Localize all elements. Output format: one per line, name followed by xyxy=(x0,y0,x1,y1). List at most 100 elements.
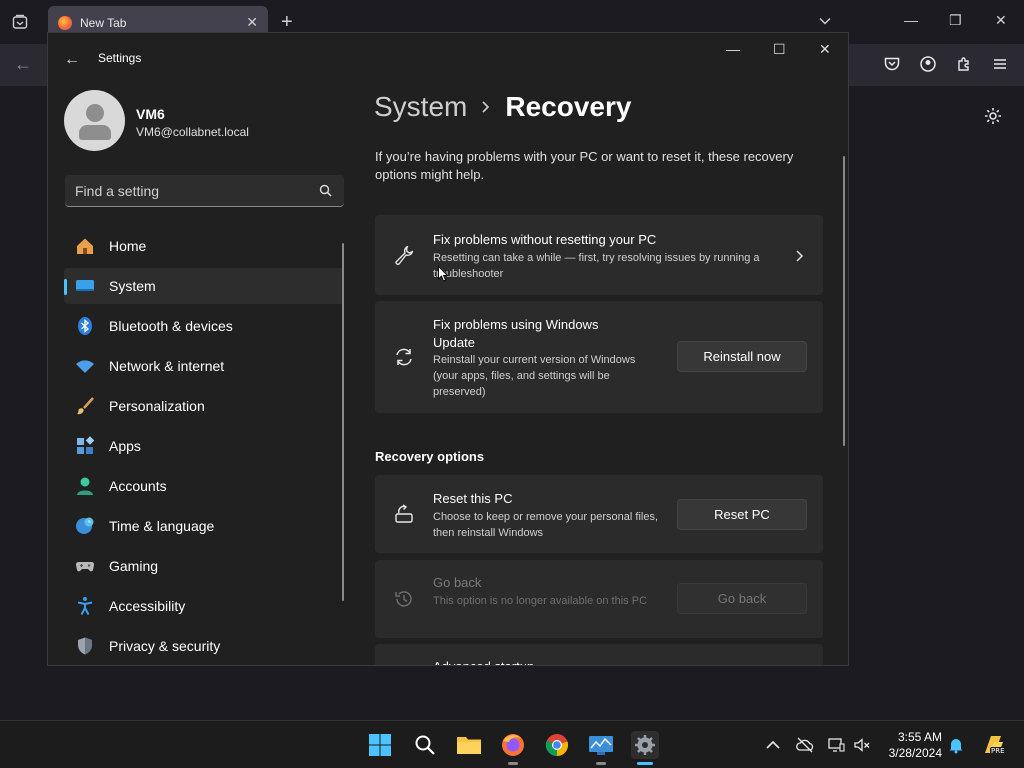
card-title: Advanced startup xyxy=(433,658,534,665)
accessibility-icon xyxy=(77,597,93,615)
gear-icon[interactable] xyxy=(983,106,1003,126)
taskbar-search-button[interactable] xyxy=(411,731,439,759)
cloud-offline-icon[interactable] xyxy=(796,736,814,754)
sidebar-item-gaming[interactable]: Gaming xyxy=(64,548,344,584)
bluetooth-icon xyxy=(78,317,92,335)
home-icon xyxy=(77,238,93,254)
windows-logo-icon xyxy=(369,734,391,756)
page-title: Recovery xyxy=(505,91,632,122)
tab-list-icon[interactable] xyxy=(12,14,28,30)
globe-clock-icon xyxy=(76,517,94,534)
reinstall-now-button[interactable]: Reinstall now xyxy=(677,341,807,372)
browser-minimize-button[interactable]: — xyxy=(904,12,918,28)
sidebar-item-label: Bluetooth & devices xyxy=(109,318,233,334)
card-description: Resetting can take a while — first, try … xyxy=(433,252,760,280)
reset-pc-button[interactable]: Reset PC xyxy=(677,499,807,530)
wrench-icon xyxy=(395,245,414,265)
minimize-button[interactable]: — xyxy=(726,41,740,57)
browser-tab-title: New Tab xyxy=(80,16,127,30)
window-title: Settings xyxy=(98,51,142,65)
search-icon[interactable] xyxy=(319,184,332,197)
taskbar-monitor-app[interactable] xyxy=(587,731,615,765)
taskbar-settings[interactable] xyxy=(631,731,659,765)
sidebar-item-label: System xyxy=(109,278,156,294)
card-description: Reinstall your current version of Window… xyxy=(433,354,636,398)
sidebar-scrollbar[interactable] xyxy=(342,243,344,601)
user-email: VM6@collabnet.local xyxy=(136,125,249,139)
chrome-icon xyxy=(545,734,569,757)
advanced-startup-card: Advanced startup xyxy=(375,644,823,665)
fix-without-reset-card[interactable]: Fix problems without resetting your PC R… xyxy=(375,215,823,295)
new-tab-button[interactable]: + xyxy=(281,11,293,34)
sidebar-item-apps[interactable]: Apps xyxy=(64,428,344,464)
close-button[interactable]: ✕ xyxy=(819,41,831,58)
clock-time: 3:55 AM xyxy=(897,730,942,744)
volume-muted-icon[interactable] xyxy=(853,736,871,754)
card-title: Fix problems using Windows Update xyxy=(433,317,599,350)
windows-update-card: Fix problems using Windows Update Reinst… xyxy=(375,301,823,413)
folder-icon xyxy=(457,737,481,754)
sidebar-item-home[interactable]: Home xyxy=(64,228,344,264)
search-input[interactable] xyxy=(75,175,305,206)
network-icon[interactable] xyxy=(827,736,845,754)
search-box[interactable] xyxy=(65,175,344,207)
user-name: VM6 xyxy=(136,106,165,122)
settings-window: ← Settings — ☐ ✕ VM6 VM6@collabnet.local… xyxy=(47,32,849,666)
content-scrollbar[interactable] xyxy=(843,156,845,446)
card-description: Choose to keep or remove your personal f… xyxy=(433,511,659,539)
avatar[interactable] xyxy=(64,90,125,151)
taskbar-file-explorer[interactable] xyxy=(455,731,483,759)
browser-back-button[interactable]: ← xyxy=(14,54,32,75)
sidebar-item-bluetooth[interactable]: Bluetooth & devices xyxy=(64,308,344,344)
maximize-button[interactable]: ☐ xyxy=(773,41,786,58)
start-button[interactable] xyxy=(366,731,394,759)
sidebar-item-label: Apps xyxy=(109,438,141,454)
sidebar-item-network[interactable]: Network & internet xyxy=(64,348,344,384)
pocket-icon[interactable] xyxy=(883,55,901,73)
pre-badge: PRE xyxy=(990,747,1006,755)
copilot-pre-icon[interactable]: PRE xyxy=(981,733,1006,757)
go-back-button: Go back xyxy=(677,583,807,614)
sidebar-item-label: Time & language xyxy=(109,518,215,534)
apps-icon xyxy=(77,436,95,454)
close-tab-icon[interactable]: ✕ xyxy=(246,14,258,31)
extensions-icon[interactable] xyxy=(955,55,973,73)
system-icon xyxy=(76,280,94,291)
account-icon[interactable] xyxy=(919,55,937,73)
mouse-cursor-icon xyxy=(438,266,448,282)
taskbar-chrome[interactable] xyxy=(543,731,571,759)
browser-restore-button[interactable]: ❐ xyxy=(949,12,962,29)
taskbar-clock[interactable]: 3:55 AM 3/28/2024 xyxy=(880,729,942,761)
sidebar-item-label: Privacy & security xyxy=(109,638,221,654)
chevron-down-icon[interactable] xyxy=(818,14,832,28)
search-icon xyxy=(415,735,435,755)
gear-icon xyxy=(635,735,655,755)
card-title: Reset this PC xyxy=(433,491,513,506)
chevron-right-icon xyxy=(796,250,804,262)
taskbar-firefox[interactable] xyxy=(499,731,527,765)
gamepad-icon xyxy=(75,562,95,572)
back-button[interactable]: ← xyxy=(64,51,80,69)
sidebar-item-personalization[interactable]: Personalization xyxy=(64,388,344,424)
reset-pc-icon xyxy=(395,504,413,523)
sidebar-item-label: Home xyxy=(109,238,147,254)
sidebar-item-accounts[interactable]: Accounts xyxy=(64,468,344,504)
sidebar-nav: Home System Bluetooth & devices Network … xyxy=(64,228,344,665)
reset-pc-card: Reset this PC Choose to keep or remove y… xyxy=(375,475,823,553)
sidebar-item-time-language[interactable]: Time & language xyxy=(64,508,344,544)
sidebar-item-label: Network & internet xyxy=(109,358,225,374)
menu-icon[interactable] xyxy=(991,55,1009,73)
browser-close-button[interactable]: ✕ xyxy=(995,12,1007,29)
chevron-right-icon xyxy=(482,101,490,113)
sidebar-item-privacy[interactable]: Privacy & security xyxy=(64,628,344,664)
performance-monitor-icon xyxy=(589,736,613,755)
card-title: Go back xyxy=(433,575,482,590)
notification-bell-icon[interactable] xyxy=(947,736,965,754)
sidebar-item-accessibility[interactable]: Accessibility xyxy=(64,588,344,624)
card-title: Fix problems without resetting your PC xyxy=(433,232,657,247)
refresh-icon xyxy=(396,348,412,366)
firefox-icon xyxy=(502,734,524,756)
chevron-up-icon[interactable] xyxy=(764,736,782,754)
sidebar-item-system[interactable]: System xyxy=(64,268,344,304)
breadcrumb-parent[interactable]: System xyxy=(374,91,467,123)
